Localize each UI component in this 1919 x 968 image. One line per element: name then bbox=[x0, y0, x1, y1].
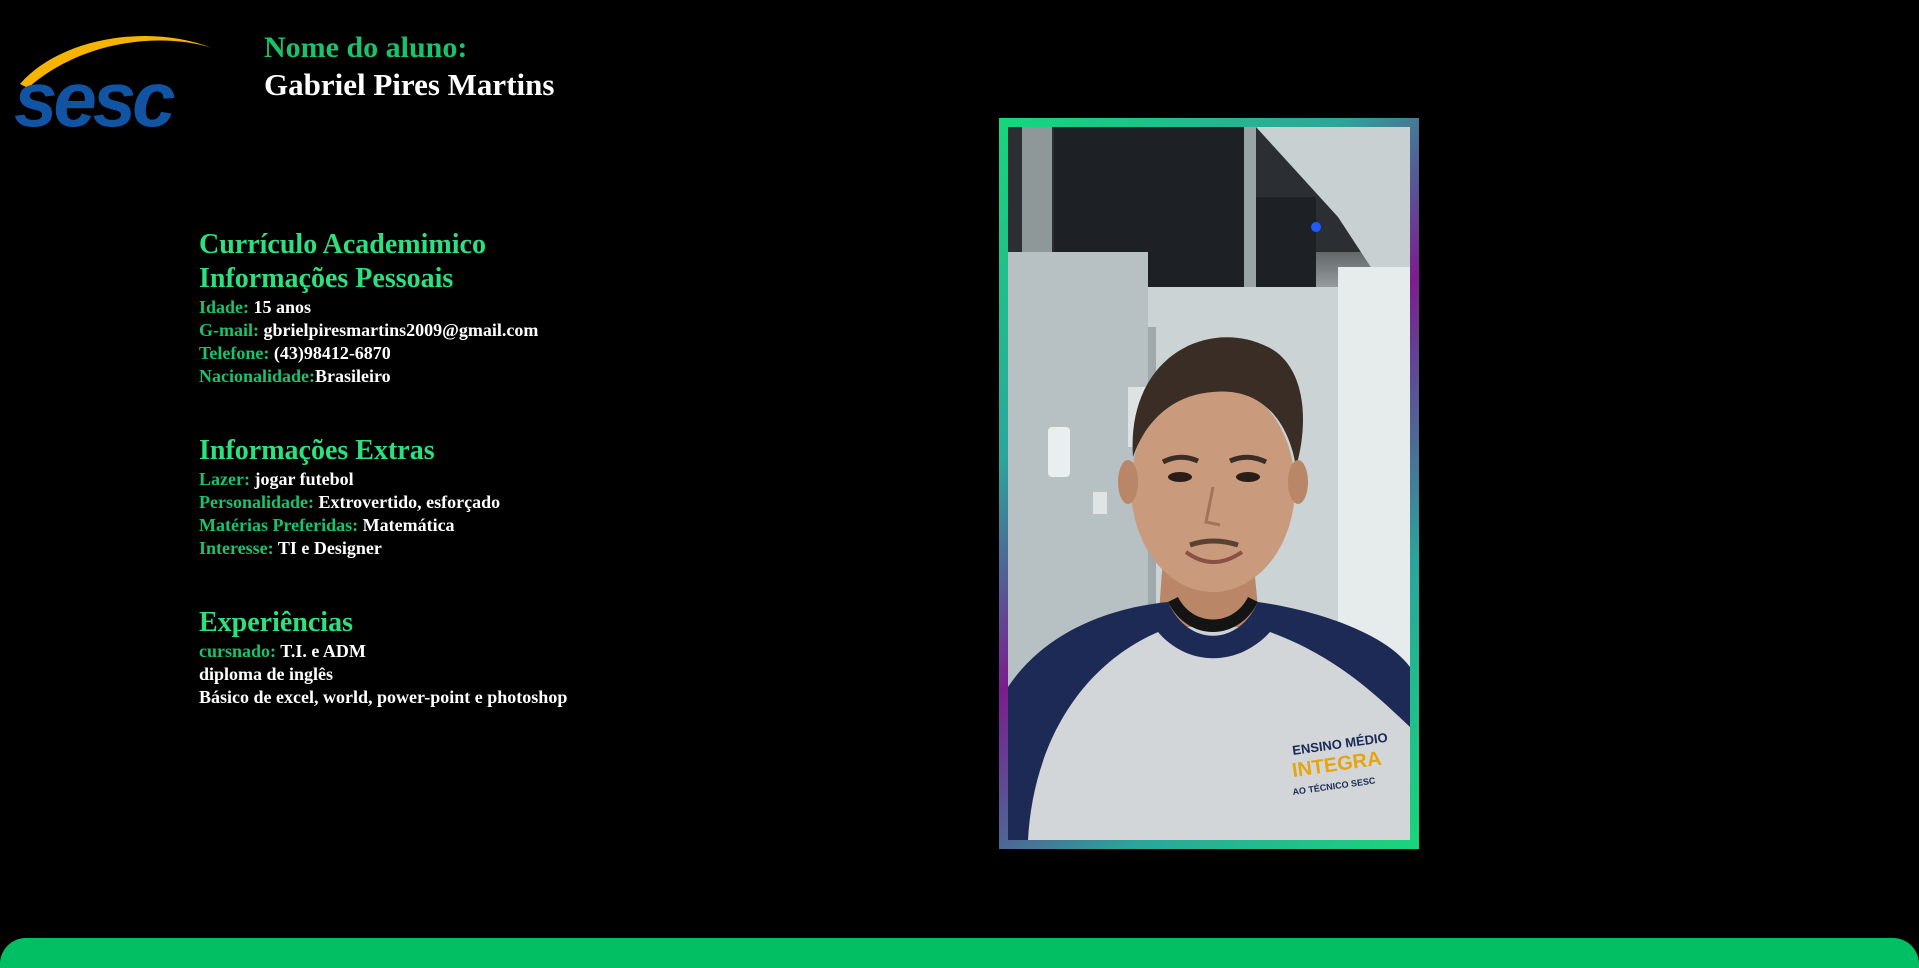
extra-info-heading: Informações Extras bbox=[199, 435, 435, 466]
experience-row: Básico de excel, world, power-point e ph… bbox=[199, 686, 959, 709]
resume-title: Currículo Academimico bbox=[199, 229, 486, 260]
personal-info-heading: Informações Pessoais bbox=[199, 263, 454, 294]
row-label: Matérias Preferidas: bbox=[199, 515, 359, 535]
resume-content: Currículo Academimico Informações Pessoa… bbox=[199, 228, 959, 709]
row-value: 15 anos bbox=[249, 297, 312, 317]
row-label: Interesse: bbox=[199, 538, 274, 558]
row-value: T.I. e ADM bbox=[276, 641, 366, 661]
logo-text: sesc bbox=[14, 55, 175, 132]
experience-list: cursnado: T.I. e ADM diploma de inglês B… bbox=[199, 640, 959, 709]
row-label: cursnado: bbox=[199, 641, 277, 661]
row-value: (43)98412-6870 bbox=[269, 343, 391, 363]
row-value: Extrovertido, esforçado bbox=[314, 492, 501, 512]
extra-info-row: Matérias Preferidas: Matemática bbox=[199, 514, 959, 537]
page: sesc Nome do aluno: Gabriel Pires Martin… bbox=[0, 0, 1919, 968]
student-name: Gabriel Pires Martins bbox=[264, 67, 555, 102]
personal-info-row: Idade: 15 anos bbox=[199, 296, 959, 319]
row-value: TI e Designer bbox=[273, 538, 382, 558]
footer-bar bbox=[0, 938, 1919, 968]
extra-info-row: Interesse: TI e Designer bbox=[199, 537, 959, 560]
row-value: jogar futebol bbox=[249, 469, 354, 489]
student-photo-frame: ENSINO MÉDIO INTEGRA AO TÉCNICO SESC bbox=[999, 118, 1419, 849]
personal-info-row: Nacionalidade:Brasileiro bbox=[199, 365, 959, 388]
row-label: Personalidade: bbox=[199, 492, 314, 512]
row-label: Telefone: bbox=[199, 343, 270, 363]
row-label: Lazer: bbox=[199, 469, 250, 489]
personal-info-list: Idade: 15 anos G-mail: gbrielpiresmartin… bbox=[199, 296, 959, 388]
student-photo: ENSINO MÉDIO INTEGRA AO TÉCNICO SESC bbox=[1008, 127, 1410, 840]
sesc-logo-image: sesc bbox=[14, 36, 212, 132]
row-label: Idade: bbox=[199, 297, 250, 317]
student-header: Nome do aluno: Gabriel Pires Martins bbox=[264, 30, 554, 104]
experience-row: diploma de inglês bbox=[199, 663, 959, 686]
row-value: diploma de inglês bbox=[199, 664, 334, 684]
row-value: Básico de excel, world, power-point e ph… bbox=[199, 687, 568, 707]
row-value: gbrielpiresmartins2009@gmail.com bbox=[259, 320, 539, 340]
row-value: Matemática bbox=[358, 515, 455, 535]
personal-info-row: Telefone: (43)98412-6870 bbox=[199, 342, 959, 365]
extra-info-row: Personalidade: Extrovertido, esforçado bbox=[199, 491, 959, 514]
row-label: G-mail: bbox=[199, 320, 259, 340]
experience-heading: Experiências bbox=[199, 607, 353, 638]
experience-row: cursnado: T.I. e ADM bbox=[199, 640, 959, 663]
student-name-label: Nome do aluno: bbox=[264, 31, 468, 64]
extra-info-list: Lazer: jogar futebol Personalidade: Extr… bbox=[199, 468, 959, 560]
extra-info-row: Lazer: jogar futebol bbox=[199, 468, 959, 491]
row-label: Nacionalidade: bbox=[199, 366, 316, 386]
student-photo-illustration: ENSINO MÉDIO INTEGRA AO TÉCNICO SESC bbox=[1008, 127, 1410, 840]
sesc-logo: sesc bbox=[12, 26, 214, 132]
personal-info-row: G-mail: gbrielpiresmartins2009@gmail.com bbox=[199, 319, 959, 342]
row-value: Brasileiro bbox=[315, 366, 391, 386]
